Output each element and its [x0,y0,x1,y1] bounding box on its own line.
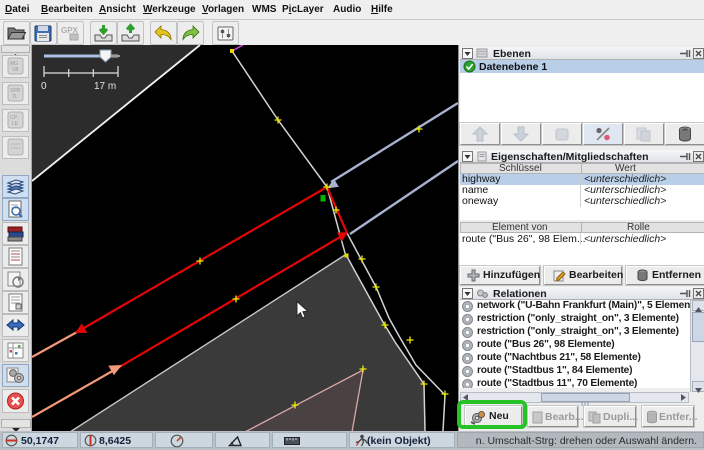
svg-text:0: 0 [41,81,47,92]
svg-text:TL: TL [12,94,18,100]
svg-text:VB: VB [12,67,19,73]
svg-text:LE: LE [12,121,19,127]
svg-text:17 m: 17 m [94,81,116,92]
